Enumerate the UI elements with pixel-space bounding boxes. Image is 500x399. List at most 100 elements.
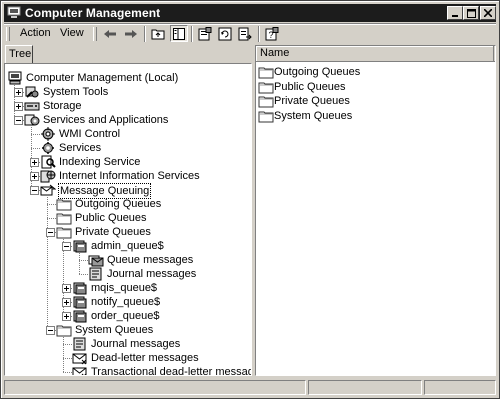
expand-icon[interactable] (14, 102, 23, 111)
tree-item[interactable]: System Queues (5, 323, 251, 337)
journal-icon (88, 267, 104, 281)
collapse-icon[interactable] (46, 228, 55, 237)
help-icon: ? (265, 26, 279, 40)
tree-item-label: Outgoing Queues (75, 198, 162, 210)
status-panel (308, 380, 422, 395)
expand-icon[interactable] (14, 88, 23, 97)
tree-item-label: admin_queue$ (91, 240, 164, 252)
expand-icon[interactable] (62, 298, 71, 307)
minimize-icon (452, 15, 458, 17)
close-icon (484, 9, 492, 17)
tree-item-label: notify_queue$ (91, 296, 161, 308)
details-list[interactable]: Name Outgoing Queues Public Queues Private… (255, 45, 496, 376)
tree-item[interactable]: Private Queues (5, 225, 251, 239)
minimize-button[interactable] (447, 6, 463, 20)
computer-management-icon (7, 6, 21, 18)
folder-icon (258, 80, 274, 94)
list-item[interactable]: Private Queues (258, 94, 488, 108)
status-panel (424, 380, 496, 395)
console-tree[interactable]: Computer Management (Local) System Tools S… (4, 63, 252, 376)
folder-icon (258, 109, 274, 123)
list-item-label: System Queues (274, 109, 353, 122)
tree-item[interactable]: order_queue$ (5, 309, 251, 323)
forward-button[interactable] (122, 25, 140, 42)
tree-item[interactable]: Journal messages (5, 337, 251, 351)
properties-button[interactable] (196, 25, 214, 42)
toolbar-grip[interactable] (93, 27, 97, 41)
tree-item-label: Public Queues (75, 212, 147, 224)
help-button[interactable]: ? (263, 25, 281, 42)
export-list-button[interactable] (236, 25, 254, 42)
tree-item[interactable]: admin_queue$ (5, 239, 251, 253)
tree-item-label: System Tools (43, 86, 109, 98)
list-item[interactable]: Public Queues (258, 80, 488, 94)
tree-item-label: Journal messages (107, 268, 197, 280)
queue-icon (72, 309, 88, 323)
expand-icon[interactable] (62, 312, 71, 321)
gear-icon (40, 141, 56, 155)
tree-item[interactable]: Transactional dead-letter messages (5, 365, 251, 375)
tree-item-label: Private Queues (75, 226, 151, 238)
tree-item[interactable]: Dead-letter messages (5, 351, 251, 365)
back-arrow-icon (104, 29, 116, 38)
tree-item[interactable]: mqis_queue$ (5, 281, 251, 295)
wmi-icon (40, 127, 56, 141)
title-bar[interactable]: Computer Management (4, 4, 496, 22)
tree-item[interactable]: Computer Management (Local) (5, 71, 251, 85)
collapse-icon[interactable] (14, 116, 23, 125)
tree-item[interactable]: Message Queuing (5, 183, 251, 199)
tree-item[interactable]: Services (5, 141, 251, 155)
menu-view[interactable]: View (60, 27, 84, 39)
tree-item-label: Services and Applications (43, 114, 169, 126)
tree-item[interactable]: Indexing Service (5, 155, 251, 169)
close-button[interactable] (480, 6, 496, 20)
show-hide-tree-button[interactable] (170, 25, 188, 42)
tree-item-label: Journal messages (91, 338, 181, 350)
maximize-button[interactable] (463, 6, 479, 20)
dead-letter-icon (72, 351, 88, 365)
queue-messages-icon (88, 253, 104, 267)
tree-item[interactable]: Storage (5, 99, 251, 113)
tree-item-label: Dead-letter messages (91, 352, 199, 364)
refresh-icon (218, 27, 232, 40)
computer-management-window: Computer Management Action View ? Tree C… (0, 0, 500, 399)
tree-item[interactable]: Outgoing Queues (5, 197, 251, 211)
tree-item[interactable]: notify_queue$ (5, 295, 251, 309)
expand-icon[interactable] (62, 284, 71, 293)
list-item-label: Private Queues (274, 95, 350, 107)
expand-icon[interactable] (30, 158, 39, 167)
tree-item-label: WMI Control (59, 128, 121, 140)
tree-item[interactable]: Queue messages (5, 253, 251, 267)
message-queuing-icon (40, 183, 57, 197)
toolbar-grip[interactable] (6, 27, 10, 41)
maximize-icon (466, 8, 476, 18)
refresh-button[interactable] (216, 25, 234, 42)
back-button[interactable] (101, 25, 119, 42)
up-one-level-button[interactable] (149, 25, 167, 42)
collapse-icon[interactable] (62, 242, 71, 251)
column-header-name[interactable]: Name (256, 46, 494, 61)
tree-item-label: mqis_queue$ (91, 282, 158, 294)
expand-icon[interactable] (30, 172, 39, 181)
services-icon (24, 113, 40, 127)
tree-item[interactable]: Public Queues (5, 211, 251, 225)
toolbar-separator (191, 26, 193, 42)
tree-item[interactable]: Journal messages (5, 267, 251, 281)
tree-item[interactable]: Internet Information Services (5, 169, 251, 183)
list-item[interactable]: System Queues (258, 109, 488, 123)
dead-letter-icon (72, 365, 88, 375)
tree-item[interactable]: Services and Applications (5, 113, 251, 127)
properties-icon (198, 26, 212, 40)
status-panel (4, 380, 306, 395)
tree-item[interactable]: System Tools (5, 85, 251, 99)
collapse-icon[interactable] (46, 326, 55, 335)
list-item[interactable]: Outgoing Queues (258, 65, 488, 79)
collapse-icon[interactable] (30, 186, 39, 195)
indexing-icon (40, 155, 56, 169)
tab-tree[interactable]: Tree (5, 45, 33, 63)
menu-action[interactable]: Action (20, 27, 51, 39)
tree-item-label: Indexing Service (59, 156, 141, 168)
queue-icon (72, 295, 88, 309)
folder-icon (258, 65, 274, 79)
tree-item[interactable]: WMI Control (5, 127, 251, 141)
